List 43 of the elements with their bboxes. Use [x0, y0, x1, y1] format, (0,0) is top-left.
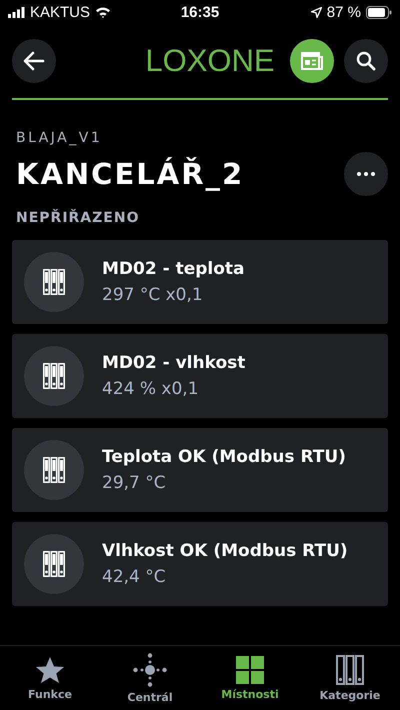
control-value: 29,7 °C [102, 473, 167, 493]
control-card[interactable]: Vlhkost OK (Modbus RTU) 42,4 °C [12, 522, 388, 606]
control-name: Vlhkost OK (Modbus RTU) [102, 541, 348, 561]
tab[interactable]: Místnosti [200, 646, 300, 710]
control-name: MD02 - teplota [102, 259, 245, 279]
binders-icon [43, 269, 65, 295]
binders-icon [336, 654, 364, 684]
control-card[interactable]: MD02 - vlhkost 424 % x0,1 [12, 334, 388, 418]
binders-icon [43, 457, 65, 483]
control-name: Teplota OK (Modbus RTU) [102, 447, 346, 467]
search-icon [356, 51, 376, 71]
control-card[interactable]: Teplota OK (Modbus RTU) 29,7 °C [12, 428, 388, 512]
news-button[interactable] [290, 39, 334, 83]
binders-icon [43, 551, 65, 577]
battery-percent: 87 % [326, 4, 361, 20]
signal-icon [8, 6, 25, 18]
location-icon [310, 6, 322, 18]
section-heading: NEPŘIŘAZENO [16, 210, 140, 226]
control-value: 42,4 °C [102, 567, 167, 587]
binders-icon [43, 363, 65, 389]
tab[interactable]: Kategorie [300, 646, 400, 710]
search-button[interactable] [344, 39, 388, 83]
parent-name: BLAJA_V1 [16, 130, 104, 146]
grid-icon [236, 656, 264, 684]
clock-time: 16:35 [180, 4, 220, 20]
wifi-icon [95, 6, 112, 18]
carrier-name: KAKTUS [30, 4, 90, 20]
star-icon [35, 656, 65, 684]
newspaper-icon [301, 52, 323, 70]
tab[interactable]: Funkce [0, 646, 100, 710]
battery-icon [366, 6, 392, 18]
room-title: KANCELÁŘ_2 [16, 157, 244, 191]
more-button[interactable] [344, 152, 388, 196]
back-button[interactable] [12, 39, 56, 83]
control-value: 297 °C x0,1 [102, 285, 204, 305]
more-icon [357, 172, 375, 176]
control-value: 424 % x0,1 [102, 379, 200, 399]
control-name: MD02 - vlhkost [102, 353, 246, 373]
back-arrow-icon [23, 51, 45, 71]
control-card[interactable]: MD02 - teplota 297 °C x0,1 [12, 240, 388, 324]
loxone-logo: LOXONE [144, 43, 276, 79]
tab[interactable]: Centrál [100, 646, 200, 710]
hub-icon [133, 652, 167, 686]
